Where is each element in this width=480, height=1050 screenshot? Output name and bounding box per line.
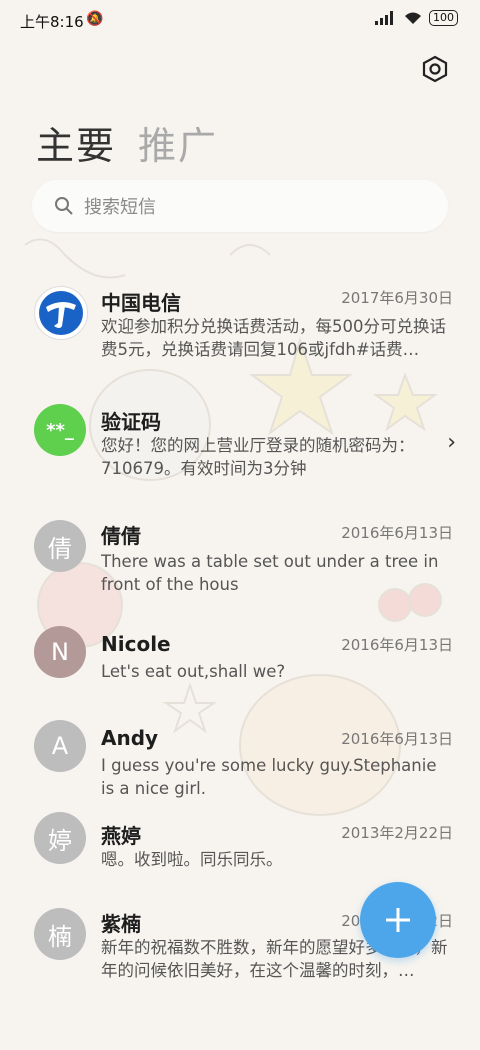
message-preview: There was a table set out under a tree i… (101, 552, 439, 594)
contact-name: 倩倩 (101, 524, 141, 548)
contact-name: 燕婷 (101, 824, 141, 848)
contact-name: Nicole (101, 632, 171, 656)
tab-promotions[interactable]: 推广 (138, 115, 218, 170)
avatar: 婷 (34, 812, 86, 864)
china-telecom-logo-icon (39, 291, 83, 335)
new-message-button[interactable] (360, 882, 436, 958)
status-icons: 100 (375, 10, 458, 26)
message-preview: 您好！您的网上营业厅登录的随机密码为：710679。有效时间为3分钟 (101, 436, 415, 478)
contact-name: 中国电信 (101, 291, 181, 315)
message-date: 2017年6月30日 (341, 289, 453, 307)
avatar: 楠 (34, 908, 86, 960)
avatar-initial: 婷 (48, 826, 72, 855)
signal-icon (375, 11, 393, 25)
search-icon (55, 197, 73, 215)
avatar-initial: 倩 (48, 534, 72, 563)
battery-icon: 100 (429, 10, 458, 26)
message-preview: 欢迎参加积分兑换话费活动，每500分可兑换话费5元，兑换话费请回复106或jfd… (101, 317, 446, 359)
contact-name: 验证码 (101, 410, 161, 434)
chevron-right-icon[interactable]: › (447, 430, 456, 455)
status-bar: 上午8:16 🔕 100 (0, 0, 480, 40)
wifi-icon (405, 12, 421, 24)
avatar: 倩 (34, 520, 86, 572)
compose-plus-icon (386, 908, 410, 932)
avatar: A (34, 720, 86, 772)
contact-name: Andy (101, 726, 159, 750)
settings-hexagon-icon (422, 55, 448, 83)
avatar-initial: N (51, 638, 69, 666)
conversation-row[interactable]: N Nicole 2016年6月13日 Let's eat out,shall … (0, 620, 480, 724)
message-date: 2013年2月22日 (341, 824, 453, 842)
telecom-logo-avatar (34, 286, 88, 340)
search-bar[interactable]: 搜索短信 (32, 180, 448, 232)
conversation-row[interactable]: 中国电信 2017年6月30日 欢迎参加积分兑换话费活动，每500分可兑换话费5… (0, 274, 480, 388)
conversation-row[interactable]: 倩 倩倩 2016年6月13日 There was a table set ou… (0, 504, 480, 620)
message-preview: 嗯。收到啦。同乐同乐。 (101, 850, 283, 869)
search-placeholder: 搜索短信 (84, 197, 156, 218)
avatar: N (34, 626, 86, 678)
verification-code-avatar: **_ (34, 404, 86, 456)
message-preview: Let's eat out,shall we? (101, 662, 286, 681)
message-date: 2016年6月13日 (341, 636, 453, 654)
contact-name: 紫楠 (101, 912, 141, 936)
conversation-row[interactable]: **_ 验证码 您好！您的网上营业厅登录的随机密码为：710679。有效时间为3… (0, 388, 480, 504)
avatar-initial: **_ (46, 419, 74, 441)
avatar-initial: A (51, 732, 69, 760)
message-preview: I guess you're some lucky guy.Stephanie … (101, 756, 437, 798)
tab-primary[interactable]: 主要 (36, 115, 116, 170)
avatar-initial: 楠 (48, 922, 72, 951)
message-date: 2016年6月13日 (341, 524, 453, 542)
category-tabs: 主要 推广 (36, 115, 218, 170)
settings-button[interactable] (420, 54, 450, 84)
mute-icon: 🔕 (86, 11, 104, 27)
status-time: 上午8:16 (20, 13, 84, 31)
message-date: 2016年6月13日 (341, 730, 453, 748)
